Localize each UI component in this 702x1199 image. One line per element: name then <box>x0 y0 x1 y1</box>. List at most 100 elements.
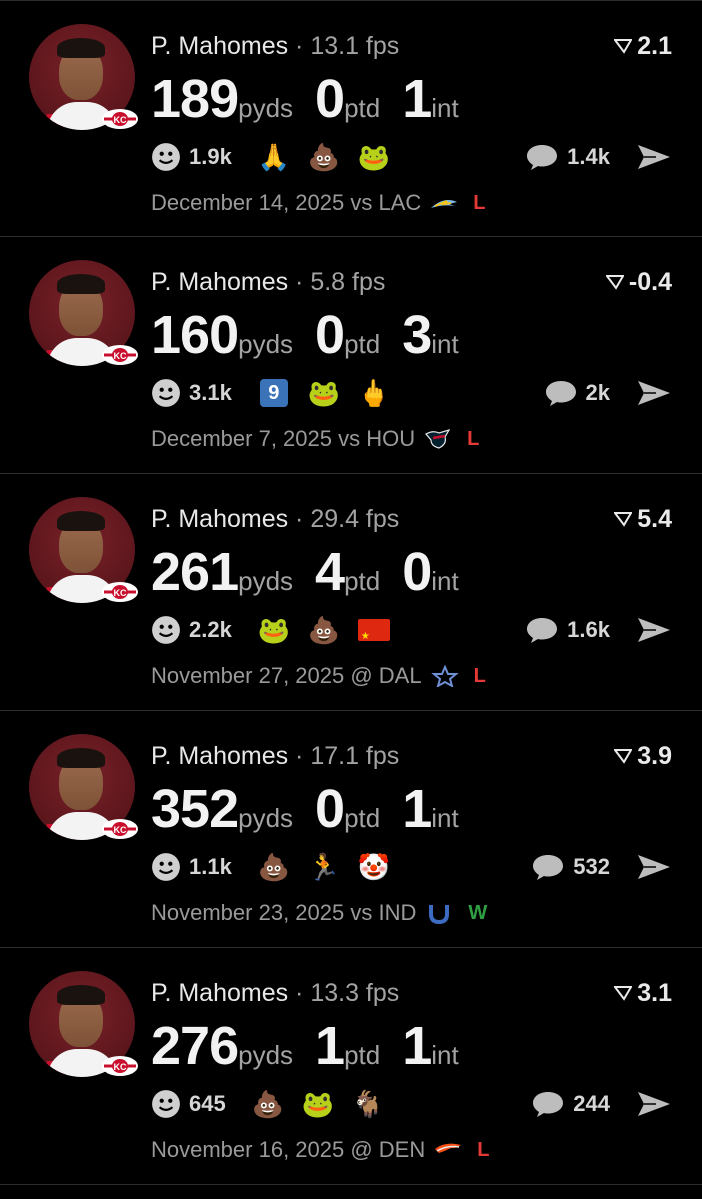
chiefs-logo-icon: KC <box>102 109 138 129</box>
game-post[interactable]: KC P. Mahomes · 5.8 fps -0.4 160pyds 0ptd 3in… <box>0 237 702 474</box>
comment-button[interactable] <box>531 1089 565 1119</box>
player-name[interactable]: P. Mahomes <box>151 979 288 1007</box>
svg-text:KC: KC <box>114 825 127 835</box>
game-dateline: December 14, 2025 vs LAC L <box>151 189 485 217</box>
game-result: L <box>477 1139 490 1161</box>
fps-value: 13.1 fps <box>310 32 400 60</box>
separator: · <box>288 979 311 1007</box>
stat-value: 1 <box>315 1016 345 1076</box>
stat-value: 261 <box>151 542 239 602</box>
score-badge[interactable]: 3.9 <box>614 741 672 771</box>
share-button[interactable] <box>636 378 672 408</box>
share-button[interactable] <box>636 142 672 172</box>
separator: · <box>288 32 311 60</box>
smiley-icon <box>152 143 180 171</box>
emoji-reaction[interactable]: 🤡 <box>358 851 390 883</box>
player-name[interactable]: P. Mahomes <box>151 505 288 533</box>
stat-unit: pyds <box>238 93 294 123</box>
stat-0: 189pyds <box>151 69 293 138</box>
score-badge[interactable]: 3.1 <box>614 978 672 1008</box>
chiefs-logo-icon: KC <box>102 345 138 365</box>
stat-value: 0 <box>402 542 432 602</box>
game-post[interactable]: KC P. Mahomes · 13.1 fps 2.1 189pyds 0ptd 1in… <box>0 0 702 237</box>
comment-button[interactable] <box>525 615 559 645</box>
send-arrow-icon[interactable] <box>636 615 672 645</box>
stat-unit: ptd <box>344 329 381 359</box>
player-name[interactable]: P. Mahomes <box>151 742 288 770</box>
score-badge[interactable]: -0.4 <box>605 267 672 297</box>
stat-unit: int <box>431 93 459 123</box>
send-arrow-icon[interactable] <box>636 852 672 882</box>
reaction-button[interactable] <box>151 378 181 408</box>
share-button[interactable] <box>636 615 672 645</box>
comment-button[interactable] <box>544 378 578 408</box>
score-badge[interactable]: 2.1 <box>614 31 672 61</box>
send-arrow-icon[interactable] <box>636 142 672 172</box>
comment-count: 1.4k <box>567 144 610 169</box>
player-name[interactable]: P. Mahomes <box>151 32 288 60</box>
stat-2: 1int <box>402 1016 459 1085</box>
speech-bubble-icon <box>533 1092 564 1117</box>
colts-horseshoe-icon <box>416 902 454 924</box>
player-name[interactable]: P. Mahomes <box>151 268 288 296</box>
stat-unit: int <box>431 803 459 833</box>
reactions-row: 645 💩 🐸 🐐 <box>151 1087 402 1121</box>
game-result: L <box>473 665 486 687</box>
stat-1: 1ptd <box>315 1016 380 1085</box>
emoji-reaction[interactable]: 🐸 <box>258 614 290 646</box>
emoji-reaction[interactable]: 🖕 <box>358 377 390 409</box>
comment-count: 2k <box>585 380 610 405</box>
stat-value: 4 <box>315 542 345 602</box>
stat-value: 1 <box>402 69 432 129</box>
stat-unit: ptd <box>344 1040 381 1070</box>
comments-row: 2k <box>544 376 672 410</box>
share-button[interactable] <box>636 1089 672 1119</box>
score-badge[interactable]: 5.4 <box>614 504 672 534</box>
emoji-reaction[interactable]: 🏃 <box>308 851 340 883</box>
score-value: 3.1 <box>637 979 672 1007</box>
game-post[interactable]: KC P. Mahomes · 17.1 fps 3.9 352pyds 0ptd 1in… <box>0 711 702 948</box>
reactions-row: 1.1k 💩 🏃 🤡 <box>151 850 408 884</box>
emoji-reaction[interactable]: 💩 <box>308 141 340 173</box>
reaction-button[interactable] <box>151 1089 181 1119</box>
china-flag-icon <box>357 619 390 654</box>
comment-button[interactable] <box>525 142 559 172</box>
emoji-reaction[interactable]: 🙏 <box>258 141 290 173</box>
stat-unit: pyds <box>238 803 294 833</box>
game-post[interactable]: KC P. Mahomes · 29.4 fps 5.4 261pyds 4ptd 0in… <box>0 474 702 711</box>
stat-unit: ptd <box>344 566 381 596</box>
broncos-horse-icon <box>425 1139 463 1161</box>
svg-text:KC: KC <box>114 351 127 361</box>
share-button[interactable] <box>636 852 672 882</box>
funnel-icon <box>605 275 624 290</box>
emoji-reaction[interactable]: 🐐 <box>352 1088 384 1120</box>
emoji-reaction[interactable]: 💩 <box>252 1088 284 1120</box>
send-arrow-icon[interactable] <box>636 378 672 408</box>
emoji-reaction[interactable]: 🐸 <box>358 141 390 173</box>
game-post[interactable]: KC P. Mahomes · 13.3 fps 3.1 276pyds 1ptd 1in… <box>0 948 702 1185</box>
reaction-button[interactable] <box>151 615 181 645</box>
emoji-reaction[interactable]: 💩 <box>308 614 340 646</box>
stat-value: 1 <box>402 779 432 839</box>
stat-unit: int <box>431 329 459 359</box>
comment-button[interactable] <box>531 852 565 882</box>
stat-line: 261pyds 4ptd 0int <box>151 542 481 602</box>
reaction-count: 2.2k <box>189 617 232 642</box>
stat-value: 0 <box>315 305 345 365</box>
stat-value: 160 <box>151 305 239 365</box>
stat-unit: pyds <box>238 566 294 596</box>
stat-unit: pyds <box>238 1040 294 1070</box>
emoji-reaction[interactable]: 9 <box>258 377 290 409</box>
comments-row: 532 <box>531 850 672 884</box>
emoji-reaction[interactable]: 💩 <box>258 851 290 883</box>
emoji-reaction[interactable]: 🐸 <box>302 1088 334 1120</box>
reaction-count: 1.1k <box>189 854 232 879</box>
send-arrow-icon[interactable] <box>636 1089 672 1119</box>
svg-text:KC: KC <box>114 1062 127 1072</box>
reaction-button[interactable] <box>151 852 181 882</box>
emoji-reaction[interactable] <box>357 614 390 654</box>
stat-unit: int <box>431 566 459 596</box>
reaction-button[interactable] <box>151 142 181 172</box>
game-date: November 27, 2025 @ DAL <box>151 663 422 688</box>
emoji-reaction[interactable]: 🐸 <box>308 377 340 409</box>
